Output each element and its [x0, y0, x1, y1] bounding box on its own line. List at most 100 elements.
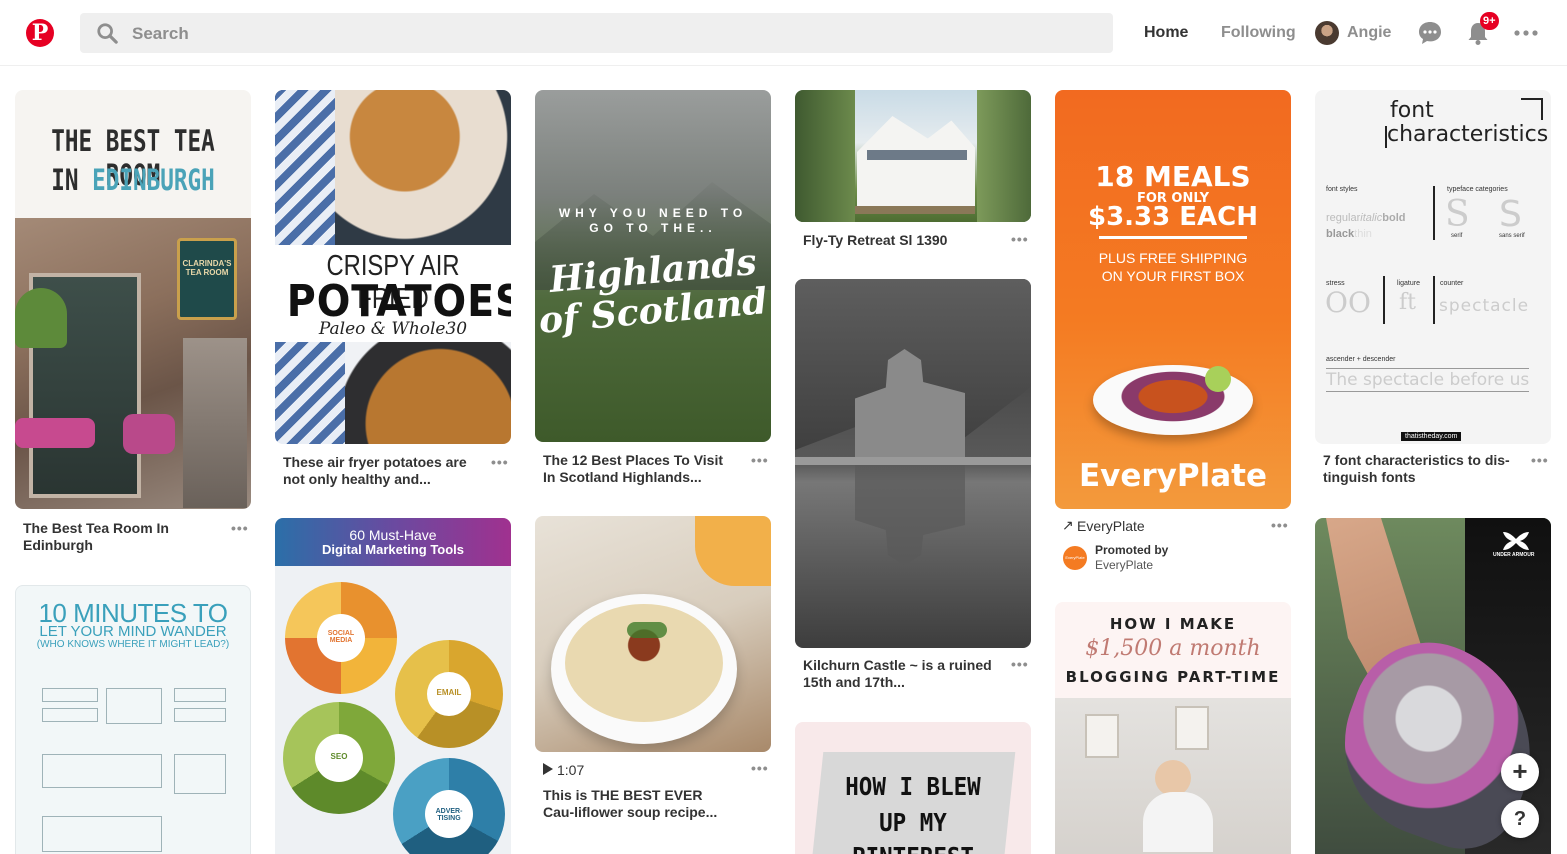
- pin-image-headline: font: [1390, 98, 1434, 123]
- pin-image-headline: LET YOUR MIND WANDER: [39, 623, 227, 640]
- wheel-label: ADVER-TISING: [425, 790, 473, 838]
- pin-card[interactable]: font characteristics font styles regular…: [1315, 90, 1551, 500]
- pin-image-brand: EveryPlate: [1078, 458, 1267, 494]
- style-bold: bold: [1382, 212, 1406, 224]
- nav-profile-link[interactable]: Angie: [1347, 24, 1391, 42]
- font-styles-label: font styles: [1326, 186, 1358, 193]
- pin-image[interactable]: 10 MINUTES TO LET YOUR MIND WANDER (WHO …: [15, 585, 251, 854]
- tea-room-sign: CLARINDA'S TEA ROOM: [177, 238, 237, 320]
- more-options-icon[interactable]: •••: [1271, 517, 1289, 533]
- tea-room-photo: CLARINDA'S TEA ROOM: [15, 218, 251, 509]
- pin-image[interactable]: font characteristics font styles regular…: [1315, 90, 1551, 444]
- pin-image-headline-accent: EDINBURGH: [92, 163, 215, 197]
- pin-image-headline: GO TO THE..: [589, 221, 717, 235]
- pin-image-headline: WHY YOU NEED TO: [558, 206, 748, 220]
- notifications-badge: 9+: [1480, 12, 1499, 30]
- pin-image[interactable]: 60 Must-Have Digital Marketing Tools SOC…: [275, 518, 511, 854]
- pin-card[interactable]: HOW I BLEW UP MY PINTEREST: [795, 722, 1031, 854]
- external-link-icon[interactable]: ↗: [1062, 517, 1074, 534]
- style-black: black: [1326, 228, 1355, 240]
- pin-image-headline: characteristics: [1387, 122, 1549, 147]
- pin-card[interactable]: Kilchurn Castle ~ is a ruined 15th and 1…: [795, 279, 1031, 699]
- pin-image[interactable]: [795, 279, 1031, 648]
- typeface-label: typeface categories: [1447, 186, 1508, 193]
- pin-image-subtitle: (WHO KNOWS WHERE IT MIGHT LEAD?): [36, 639, 230, 650]
- more-options-icon[interactable]: •••: [1531, 452, 1549, 468]
- pin-image-subtitle: ON YOUR FIRST BOX: [1101, 268, 1245, 284]
- pin-image[interactable]: 18 MEALS FOR ONLY $3.33 EACH PLUS FREE S…: [1055, 90, 1291, 509]
- top-header: P Search Home Following Angie 9+: [0, 0, 1567, 66]
- add-pin-button[interactable]: +: [1501, 753, 1539, 791]
- pin-title[interactable]: Fly-Ty Retreat Sl 1390: [803, 232, 993, 249]
- pin-card[interactable]: HOW I MAKE $1,500 a month BLOGGING PART-…: [1055, 602, 1291, 854]
- pin-image-headline: UP MY: [879, 808, 947, 837]
- pin-card[interactable]: 60 Must-Have Digital Marketing Tools SOC…: [275, 518, 511, 854]
- pin-card[interactable]: 18 MEALS FOR ONLY $3.33 EACH PLUS FREE S…: [1055, 90, 1291, 580]
- pin-image[interactable]: THE BEST TEA ROOM IN EDINBURGH CLARINDA'…: [15, 90, 251, 509]
- pin-image-headline: $3.33 EACH: [1087, 202, 1258, 232]
- pin-image[interactable]: [535, 516, 771, 752]
- promoter-logo: EveryPlate: [1063, 546, 1087, 570]
- sans-serif-label: sans serif: [1499, 233, 1525, 239]
- pin-card[interactable]: 10 MINUTES TO LET YOUR MIND WANDER (WHO …: [15, 585, 251, 854]
- more-options-icon[interactable]: [1513, 20, 1539, 46]
- pin-image[interactable]: HOW I BLEW UP MY PINTEREST: [795, 722, 1031, 854]
- more-options-icon[interactable]: •••: [1011, 656, 1029, 672]
- promoter-name[interactable]: EveryPlate: [1095, 558, 1153, 572]
- pin-image[interactable]: CRISPY AIR FRIED POTATOES Paleo & Whole3…: [275, 90, 511, 444]
- pin-card[interactable]: 1:07 ••• This is THE BEST EVER Cau-liflo…: [535, 516, 771, 854]
- pin-image-headline: PINTEREST: [807, 842, 1019, 854]
- promoted-by-label: Promoted by: [1095, 543, 1169, 557]
- counter-label: counter: [1440, 280, 1464, 287]
- style-italic: italic: [1360, 212, 1383, 224]
- pin-title[interactable]: 7 font characteristics to dis-tinguish f…: [1323, 452, 1513, 486]
- pin-image-headline: Digital Marketing Tools: [321, 542, 465, 557]
- pin-image-headline: 18 MEALS: [1095, 160, 1251, 193]
- more-options-icon[interactable]: •••: [231, 520, 249, 536]
- search-icon: [97, 23, 118, 44]
- pin-image[interactable]: HOW I MAKE $1,500 a month BLOGGING PART-…: [1055, 602, 1291, 854]
- serif-label: serif: [1451, 233, 1463, 239]
- pin-image-subtitle: Paleo & Whole30: [318, 319, 468, 339]
- site-watermark: thatistheday.com: [1401, 432, 1462, 441]
- pin-image[interactable]: WHY YOU NEED TO GO TO THE.. Highlands of…: [535, 90, 771, 442]
- pinterest-logo-icon[interactable]: P: [26, 19, 54, 47]
- ascender-label: ascender + descender: [1326, 356, 1396, 363]
- pin-title[interactable]: These air fryer potatoes are not only he…: [283, 454, 473, 488]
- more-options-icon[interactable]: •••: [491, 454, 509, 470]
- more-options-icon[interactable]: •••: [751, 760, 769, 776]
- search-bar[interactable]: Search: [80, 13, 1113, 53]
- pin-image-headline: BLOGGING PART-TIME: [1065, 668, 1281, 686]
- video-duration: 1:07: [557, 762, 585, 778]
- more-options-icon[interactable]: •••: [751, 452, 769, 468]
- nav-home-link[interactable]: Home: [1144, 24, 1188, 42]
- pin-title[interactable]: Kilchurn Castle ~ is a ruined 15th and 1…: [803, 657, 993, 691]
- pin-image-headline: 60 Must-Have: [349, 527, 437, 543]
- pin-card[interactable]: Fly-Ty Retreat Sl 1390 •••: [795, 90, 1031, 260]
- under-armour-logo-icon: [1503, 532, 1529, 550]
- pin-card[interactable]: CRISPY AIR FRIED POTATOES Paleo & Whole3…: [275, 90, 511, 500]
- style-regular: regular: [1326, 212, 1361, 224]
- avatar[interactable]: [1315, 21, 1339, 45]
- pin-card[interactable]: WHY YOU NEED TO GO TO THE.. Highlands of…: [535, 90, 771, 490]
- search-input[interactable]: Search: [132, 24, 189, 44]
- ligature-label: ligature: [1397, 280, 1420, 287]
- promoted-link[interactable]: EveryPlate: [1077, 518, 1145, 534]
- pin-title[interactable]: This is THE BEST EVER Cau-liflower soup …: [543, 787, 733, 821]
- pin-image-subtitle: PLUS FREE SHIPPING: [1098, 250, 1248, 266]
- counter-word: spectacle: [1439, 296, 1530, 316]
- nav-following-link[interactable]: Following: [1221, 24, 1296, 42]
- pin-title[interactable]: The Best Tea Room In Edinburgh: [23, 520, 213, 554]
- pin-image[interactable]: [795, 90, 1031, 222]
- pin-title[interactable]: The 12 Best Places To Visit In Scotland …: [543, 452, 733, 486]
- pin-card[interactable]: THE BEST TEA ROOM IN EDINBURGH CLARINDA'…: [15, 90, 251, 560]
- more-options-icon[interactable]: •••: [1011, 231, 1029, 247]
- pin-image-script: $1,500 a month: [1085, 636, 1261, 661]
- messages-icon[interactable]: [1417, 20, 1443, 46]
- help-button[interactable]: ?: [1501, 800, 1539, 838]
- pin-image-headline: HOW I MAKE: [1109, 615, 1237, 633]
- wheel-label: SEO: [315, 734, 363, 782]
- wheel-label: EMAIL: [427, 672, 471, 716]
- play-icon: [543, 763, 553, 775]
- pin-image-headline: HOW I BLEW: [845, 772, 981, 801]
